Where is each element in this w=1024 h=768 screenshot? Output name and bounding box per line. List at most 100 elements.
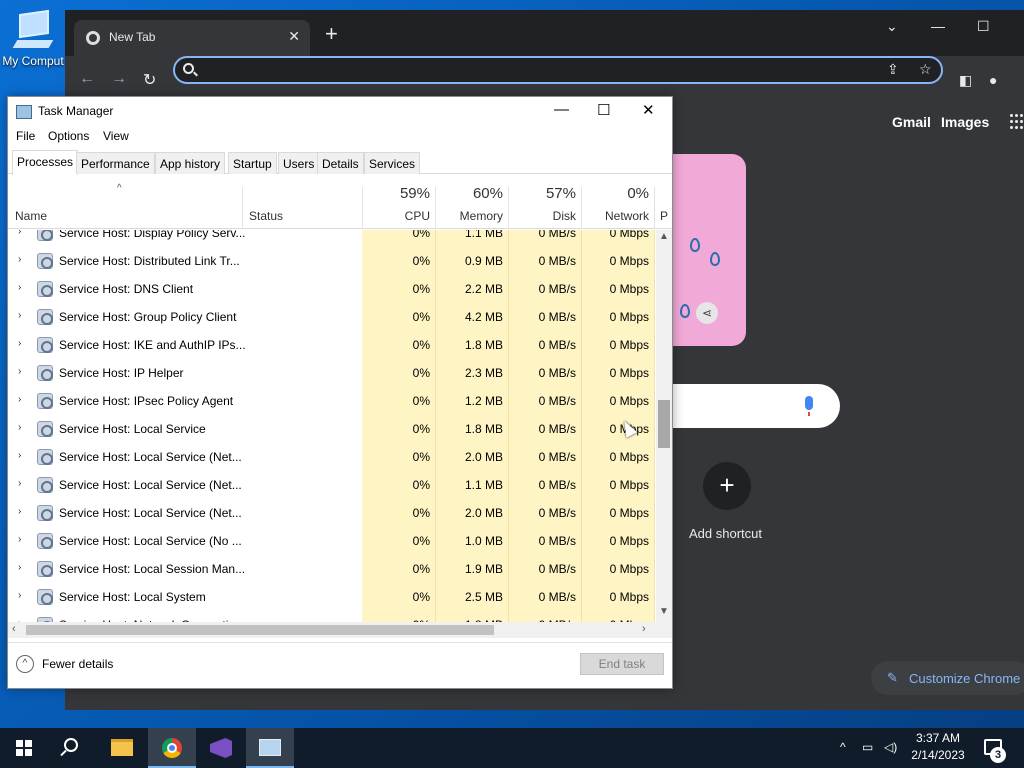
table-row[interactable]: › Service Host: Display Policy Serv... 0% 1… — [8, 230, 656, 247]
maximize-button[interactable]: ☐ — [977, 18, 990, 35]
add-shortcut-button[interactable]: + — [703, 462, 751, 510]
apps-grid-icon[interactable] — [1010, 114, 1023, 130]
close-button[interactable]: ✕ — [642, 101, 655, 119]
scroll-thumb[interactable] — [26, 625, 494, 635]
table-row[interactable]: › Service Host: Local Service (Net... 0% 2.… — [8, 443, 656, 471]
table-row[interactable]: ›Service Host: Network Connecti...0%1.8 … — [8, 611, 656, 622]
column-cpu[interactable]: CPU — [362, 209, 430, 223]
tab-processes[interactable]: Processes — [12, 150, 79, 175]
tab-search-chevron-icon[interactable]: ⌄ — [886, 18, 898, 35]
expand-chevron-icon[interactable]: › — [18, 534, 21, 545]
column-name[interactable]: Name — [15, 209, 47, 223]
expand-chevron-icon[interactable]: › — [18, 254, 21, 265]
taskbar-search-button[interactable] — [48, 728, 96, 768]
expand-chevron-icon[interactable]: › — [18, 310, 21, 321]
volume-icon[interactable]: ◁) — [884, 740, 897, 754]
title-bar[interactable]: Task Manager — ☐ ✕ — [8, 97, 672, 125]
table-row[interactable]: › Service Host: IKE and AuthIP IPs... 0% 1.… — [8, 331, 656, 359]
my-computer-desktop-icon[interactable]: My Comput — [0, 8, 66, 68]
column-status[interactable]: Status — [249, 209, 283, 223]
doodle-share-icon[interactable]: ⋖ — [696, 302, 718, 324]
column-network[interactable]: Network — [581, 209, 649, 223]
process-memory: 1.8 MB — [464, 422, 503, 436]
table-row[interactable]: › Service Host: IPsec Policy Agent 0% 1.2 M… — [8, 387, 656, 415]
service-gear-icon — [37, 505, 53, 521]
back-arrow-icon[interactable]: ← — [79, 70, 95, 88]
tab-details[interactable]: Details — [317, 152, 364, 174]
taskbar-visual-studio[interactable] — [197, 728, 245, 768]
scroll-left-icon[interactable]: ‹ — [12, 623, 16, 635]
table-row[interactable]: › Service Host: Local Service (Net... 0% 2.… — [8, 499, 656, 527]
vertical-scrollbar[interactable]: ▲ ▼ — [656, 230, 672, 622]
start-button[interactable] — [0, 728, 48, 768]
menu-options[interactable]: Options — [48, 129, 89, 143]
bookmark-star-icon[interactable]: ☆ — [919, 61, 932, 78]
fewer-details-link[interactable]: Fewer details — [42, 657, 113, 671]
taskbar-file-explorer[interactable] — [98, 728, 146, 768]
side-panel-icon[interactable]: ◧ — [959, 72, 972, 89]
tab-performance[interactable]: Performance — [76, 152, 155, 174]
table-row[interactable]: › Service Host: Local Service (No ... 0% 1.… — [8, 527, 656, 555]
end-task-button[interactable]: End task — [580, 653, 664, 675]
gmail-link[interactable]: Gmail — [892, 114, 931, 130]
tab-app-history[interactable]: App history — [155, 152, 226, 174]
chrome-tab-new-tab[interactable]: New Tab ✕ — [74, 20, 310, 56]
taskbar-chrome[interactable] — [148, 728, 196, 768]
horizontal-scrollbar[interactable]: ‹ › — [8, 622, 672, 638]
network-icon[interactable]: ▭ — [862, 740, 873, 754]
column-memory[interactable]: Memory — [435, 209, 503, 223]
tab-close-icon[interactable]: ✕ — [288, 28, 300, 45]
table-row[interactable]: › Service Host: Distributed Link Tr... 0% 0… — [8, 247, 656, 275]
tray-chevron-icon[interactable]: ^ — [840, 740, 846, 754]
table-row[interactable]: › Service Host: Local Session Man... 0% 1.9… — [8, 555, 656, 583]
expand-chevron-icon[interactable]: › — [18, 506, 21, 517]
scroll-up-icon[interactable]: ▲ — [659, 231, 669, 242]
share-icon[interactable]: ⇪ — [887, 61, 899, 78]
table-row[interactable]: › Service Host: IP Helper 0% 2.3 MB 0 MB/s 0 … — [8, 359, 656, 387]
expand-chevron-icon[interactable]: › — [18, 590, 21, 601]
table-row[interactable]: › Service Host: Local Service (Net... 0% 1.… — [8, 471, 656, 499]
menu-view[interactable]: View — [103, 129, 129, 143]
address-bar[interactable]: ⇪ ☆ — [173, 56, 943, 84]
voice-search-mic-icon[interactable] — [805, 396, 813, 416]
scroll-down-icon[interactable]: ▼ — [659, 606, 669, 617]
table-row[interactable]: › Service Host: Local System 0% 2.5 MB 0 MB/… — [8, 583, 656, 611]
reload-icon[interactable]: ↻ — [143, 70, 156, 90]
column-power-partial[interactable]: P — [660, 209, 670, 223]
expand-chevron-icon[interactable]: › — [18, 230, 21, 237]
expand-chevron-icon[interactable]: › — [18, 366, 21, 377]
expand-chevron-icon[interactable]: › — [18, 394, 21, 405]
scroll-right-icon[interactable]: › — [642, 623, 646, 635]
customize-chrome-button[interactable]: ✎ Customize Chrome — [871, 661, 1024, 695]
table-row[interactable]: › Service Host: Local Service 0% 1.8 MB 0 MB… — [8, 415, 656, 443]
expand-chevron-icon[interactable]: › — [18, 562, 21, 573]
tab-startup[interactable]: Startup — [228, 152, 277, 174]
forward-arrow-icon[interactable]: → — [111, 70, 127, 88]
new-tab-button[interactable]: + — [325, 22, 338, 46]
expand-chevron-icon[interactable]: › — [18, 478, 21, 489]
expand-chevron-icon[interactable]: › — [18, 422, 21, 433]
taskbar-task-manager[interactable] — [246, 728, 294, 768]
minimize-button[interactable]: — — [554, 101, 569, 118]
expand-chevron-icon[interactable]: › — [18, 338, 21, 349]
menu-file[interactable]: File — [16, 129, 35, 143]
minimize-button[interactable]: — — [931, 18, 945, 34]
scroll-thumb[interactable] — [658, 400, 670, 448]
column-disk[interactable]: Disk — [508, 209, 576, 223]
expand-chevron-icon[interactable]: › — [18, 450, 21, 461]
process-network: 0 Mbps — [609, 562, 649, 576]
window-title: Task Manager — [38, 104, 114, 118]
profile-icon[interactable]: ● — [989, 72, 997, 88]
tab-services[interactable]: Services — [364, 152, 421, 174]
maximize-button[interactable]: ☐ — [597, 101, 610, 119]
tab-users[interactable]: Users — [278, 152, 320, 174]
table-row[interactable]: › Service Host: Group Policy Client 0% 4.2 … — [8, 303, 656, 331]
table-row[interactable]: › Service Host: DNS Client 0% 2.2 MB 0 MB/s 0… — [8, 275, 656, 303]
expand-chevron-icon[interactable]: › — [18, 282, 21, 293]
chevron-up-icon[interactable]: ^ — [16, 655, 34, 673]
process-network: 0 Mbps — [609, 422, 649, 436]
google-search-box[interactable] — [672, 384, 840, 428]
google-doodle[interactable]: ⋖ — [672, 154, 746, 346]
images-link[interactable]: Images — [941, 114, 989, 130]
clock[interactable]: 3:37 AM 2/14/2023 — [905, 731, 971, 762]
